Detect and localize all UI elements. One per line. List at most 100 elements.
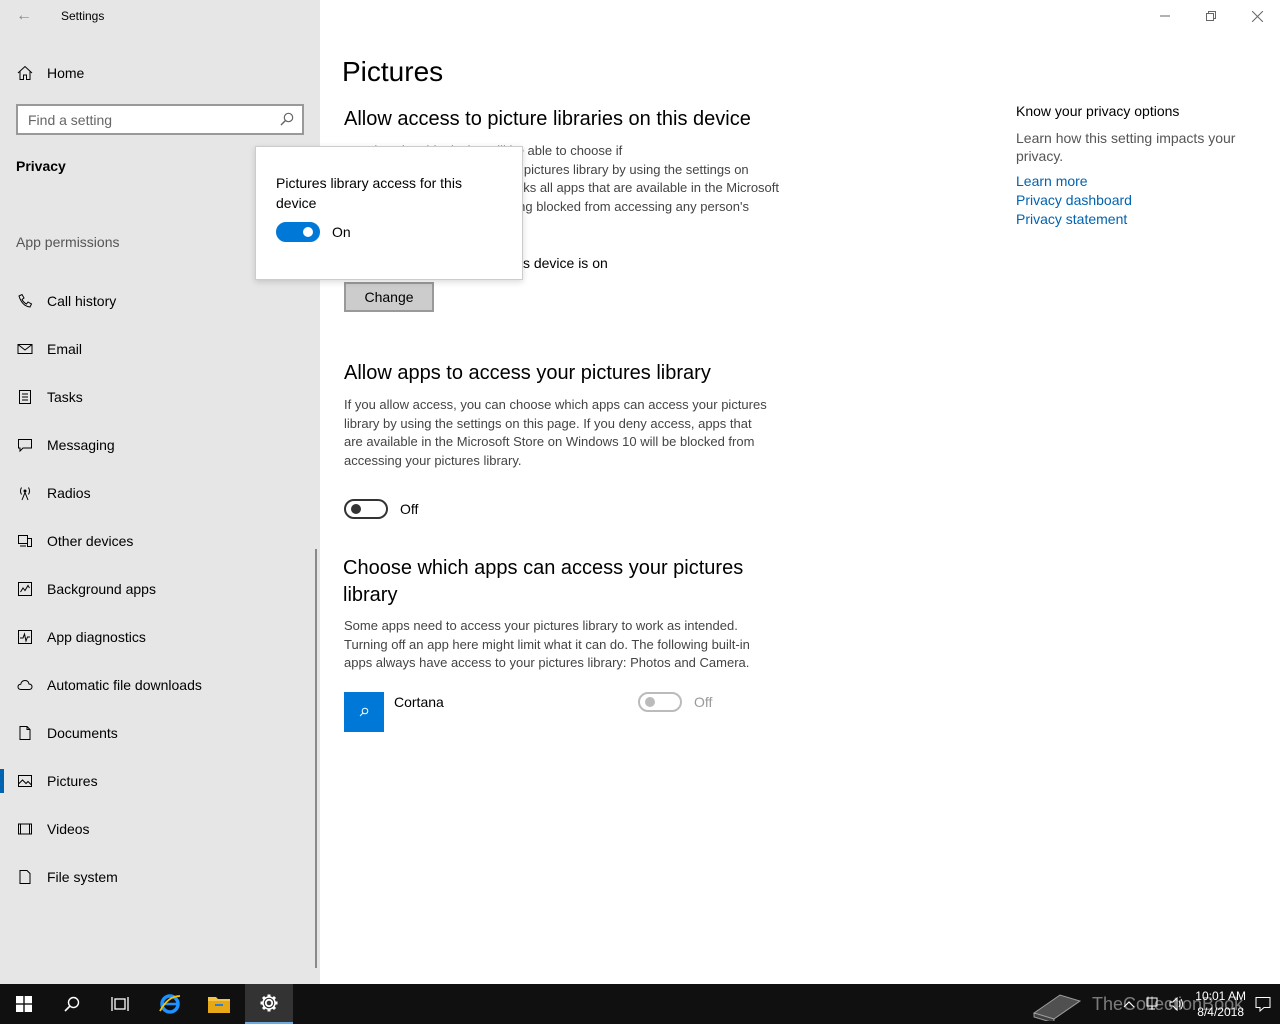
toggle-knob bbox=[645, 697, 655, 707]
settings-taskbar-button[interactable] bbox=[245, 984, 293, 1024]
sidebar-item-label: Call history bbox=[47, 293, 117, 309]
search-box[interactable] bbox=[16, 104, 304, 135]
sidebar-item-label: Tasks bbox=[47, 389, 83, 405]
sidebar-item-app-diagnostics[interactable]: App diagnostics bbox=[0, 613, 320, 661]
app-name: Cortana bbox=[394, 694, 444, 710]
sidebar-item-label: Background apps bbox=[47, 581, 156, 597]
network-button[interactable] bbox=[1141, 984, 1165, 1024]
radios-icon bbox=[16, 484, 34, 502]
edge-taskbar-button[interactable] bbox=[146, 984, 194, 1024]
action-center-button[interactable] bbox=[1246, 984, 1280, 1024]
gear-icon bbox=[260, 994, 278, 1012]
back-button[interactable]: ← bbox=[12, 6, 36, 26]
network-icon bbox=[1146, 997, 1158, 1010]
home-icon bbox=[16, 64, 34, 82]
pictures-icon bbox=[16, 772, 34, 790]
description-line: are available in the Microsoft Store on … bbox=[344, 434, 755, 449]
privacy-dashboard-link[interactable]: Privacy dashboard bbox=[1016, 191, 1256, 210]
messaging-icon bbox=[16, 436, 34, 454]
toggle-knob bbox=[303, 227, 313, 237]
taskbar-search-button[interactable] bbox=[48, 984, 96, 1024]
search-icon bbox=[64, 996, 80, 1012]
change-button[interactable]: Change bbox=[344, 282, 434, 312]
start-button[interactable] bbox=[0, 984, 48, 1024]
document-icon bbox=[16, 724, 34, 742]
sidebar-item-label: App diagnostics bbox=[47, 629, 146, 645]
file-explorer-taskbar-button[interactable] bbox=[195, 984, 243, 1024]
description-line: apps always have access to your pictures… bbox=[344, 655, 750, 670]
cortana-app-tile bbox=[344, 692, 384, 732]
cortana-toggle-row: Off bbox=[638, 692, 712, 712]
sidebar-item-background-apps[interactable]: Background apps bbox=[0, 565, 320, 613]
privacy-options-title: Know your privacy options bbox=[1016, 103, 1180, 119]
group-label: App permissions bbox=[16, 234, 120, 250]
restore-icon bbox=[1206, 11, 1216, 21]
sidebar-item-messaging[interactable]: Messaging bbox=[0, 421, 320, 469]
close-button[interactable] bbox=[1234, 0, 1280, 32]
sidebar-item-pictures[interactable]: Pictures bbox=[0, 757, 320, 805]
section-description: Some apps need to access your pictures l… bbox=[344, 617, 794, 673]
minimize-icon bbox=[1160, 15, 1170, 17]
sidebar-item-label: Automatic file downloads bbox=[47, 677, 202, 693]
search-icon[interactable] bbox=[280, 112, 294, 126]
learn-more-link[interactable]: Learn more bbox=[1016, 172, 1256, 191]
sidebar-scrollbar[interactable] bbox=[315, 549, 317, 968]
description-line: If you allow access, you can choose whic… bbox=[344, 397, 767, 412]
minimize-button[interactable] bbox=[1142, 0, 1188, 32]
sidebar-item-label: Videos bbox=[47, 821, 90, 837]
home-label: Home bbox=[47, 65, 85, 81]
task-view-icon bbox=[111, 997, 129, 1011]
sidebar-item-tasks[interactable]: Tasks bbox=[0, 373, 320, 421]
search-input[interactable] bbox=[18, 106, 268, 133]
toggle-state-label: On bbox=[332, 224, 351, 240]
sidebar-item-label: File system bbox=[47, 869, 118, 885]
cortana-toggle[interactable] bbox=[638, 692, 682, 712]
sidebar-item-label: Other devices bbox=[47, 533, 134, 549]
call-history-icon bbox=[16, 292, 34, 310]
sidebar-item-other-devices[interactable]: Other devices bbox=[0, 517, 320, 565]
description-line: Turning off an app here might limit what… bbox=[344, 636, 750, 652]
sidebar-item-label: Messaging bbox=[47, 437, 115, 453]
sidebar-item-file-system[interactable]: File system bbox=[0, 853, 320, 901]
folder-icon bbox=[208, 997, 230, 1013]
sidebar-item-automatic-file-downloads[interactable]: Automatic file downloads bbox=[0, 661, 320, 709]
background-apps-icon bbox=[16, 580, 34, 598]
notification-icon bbox=[1255, 997, 1271, 1012]
device-access-flyout: Pictures library access for this device … bbox=[255, 146, 523, 280]
volume-button[interactable] bbox=[1165, 984, 1189, 1024]
description-line: accessing your pictures library. bbox=[344, 452, 522, 468]
sidebar-item-label: Documents bbox=[47, 725, 118, 741]
description-line: Some apps need to access your pictures l… bbox=[344, 618, 738, 633]
sidebar-item-email[interactable]: Email bbox=[0, 325, 320, 373]
privacy-options-desc: Learn how this setting impacts your priv… bbox=[1016, 130, 1236, 164]
toggle-state-label: Off bbox=[400, 501, 419, 517]
system-tray: 10:01 AM 8/4/2018 bbox=[1117, 984, 1246, 1024]
sidebar-item-documents[interactable]: Documents bbox=[0, 709, 320, 757]
description-line: library by using the settings on this pa… bbox=[344, 415, 752, 431]
videos-icon bbox=[16, 820, 34, 838]
cortana-search-icon bbox=[359, 707, 369, 717]
restore-button[interactable] bbox=[1188, 0, 1234, 32]
windows-logo-icon bbox=[16, 996, 32, 1012]
section-heading: Allow apps to access your pictures libra… bbox=[344, 362, 711, 384]
volume-icon bbox=[1169, 997, 1184, 1011]
privacy-options-panel: Know your privacy options Learn how this… bbox=[1016, 103, 1256, 229]
sidebar-item-label: Pictures bbox=[47, 773, 98, 789]
sidebar-item-home[interactable]: Home bbox=[0, 56, 320, 90]
chevron-up-icon bbox=[1123, 1001, 1135, 1008]
taskbar-clock[interactable]: 10:01 AM 8/4/2018 bbox=[1195, 988, 1246, 1020]
apps-access-toggle-row: Off bbox=[344, 499, 418, 519]
privacy-statement-link[interactable]: Privacy statement bbox=[1016, 210, 1256, 229]
task-view-button[interactable] bbox=[96, 984, 144, 1024]
section-heading: Choose which apps can access your pictur… bbox=[343, 555, 743, 609]
device-access-toggle[interactable] bbox=[276, 222, 320, 242]
sidebar-item-call-history[interactable]: Call history bbox=[0, 277, 320, 325]
internet-explorer-icon bbox=[159, 994, 181, 1014]
sidebar-item-videos[interactable]: Videos bbox=[0, 805, 320, 853]
sidebar-item-radios[interactable]: Radios bbox=[0, 469, 320, 517]
toggle-knob bbox=[351, 504, 361, 514]
clock-time: 10:01 AM bbox=[1195, 989, 1246, 1003]
show-hidden-icons-button[interactable] bbox=[1117, 984, 1141, 1024]
flyout-title: Pictures library access for this device bbox=[276, 175, 462, 211]
apps-access-toggle[interactable] bbox=[344, 499, 388, 519]
